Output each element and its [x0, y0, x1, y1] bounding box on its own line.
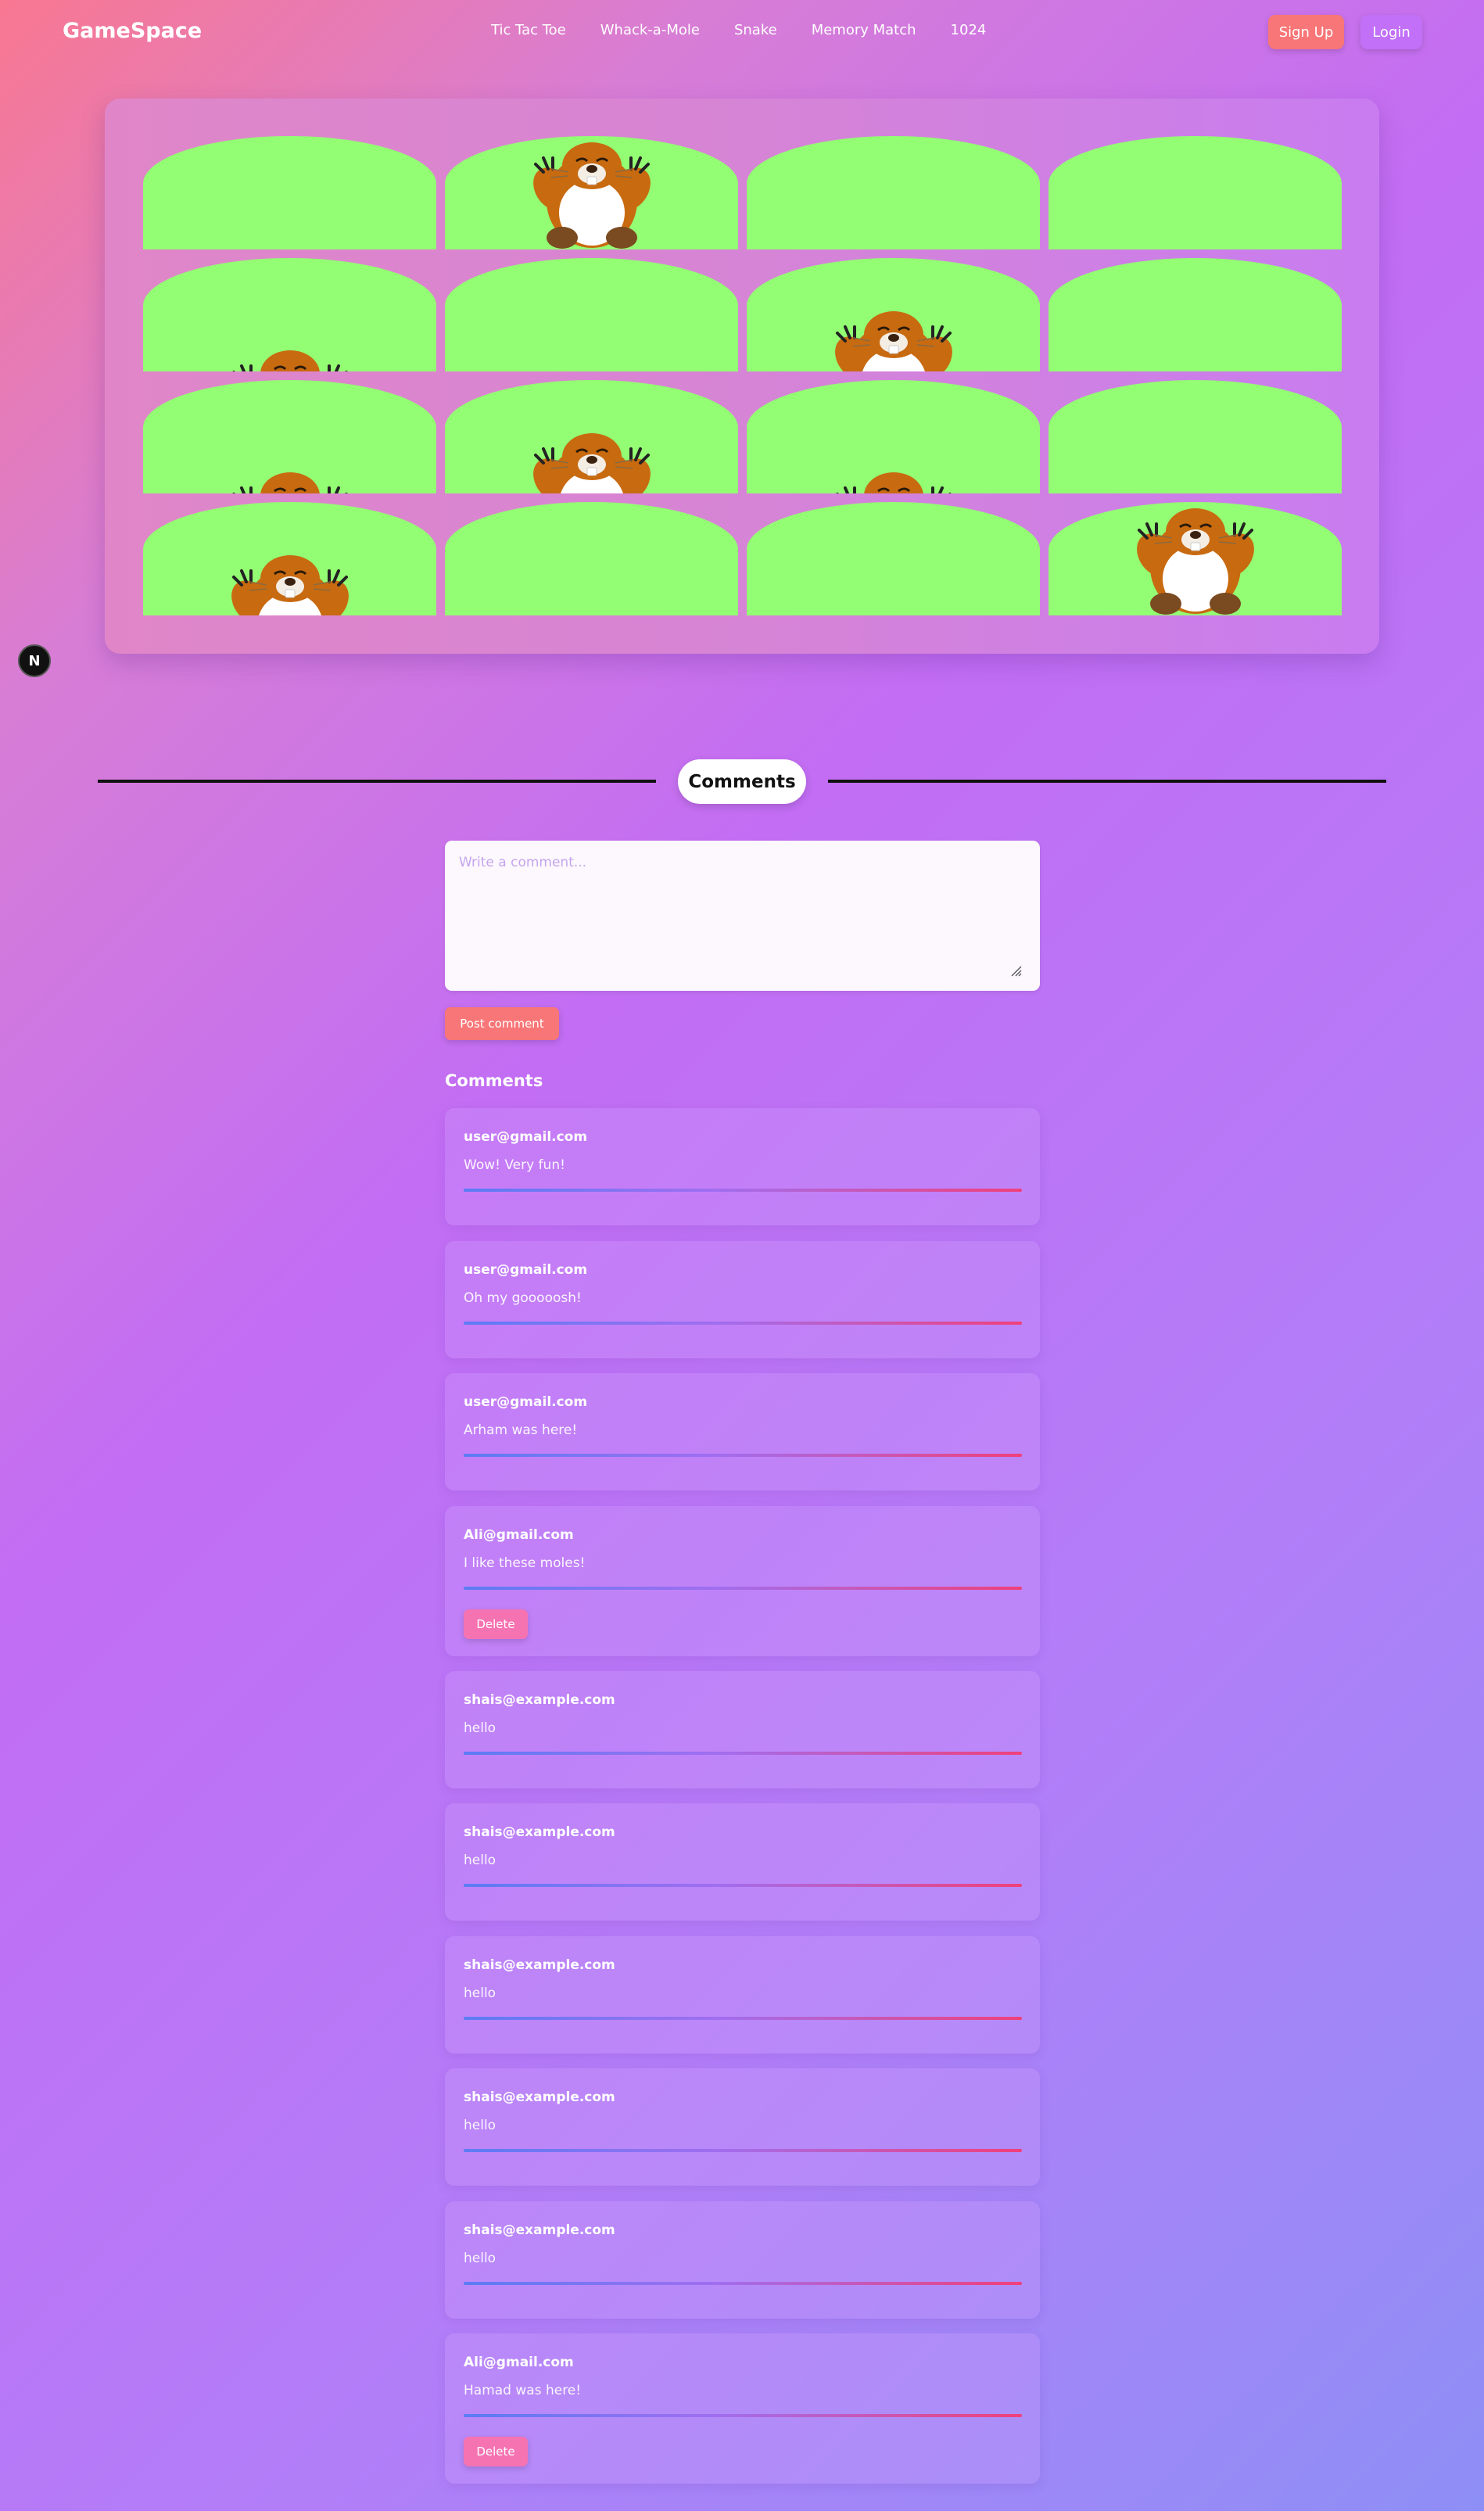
comment-text: hello — [464, 2118, 496, 2133]
mole-icon[interactable] — [522, 425, 662, 493]
resize-handle-icon[interactable] — [1009, 964, 1022, 977]
mole-hole[interactable] — [143, 136, 436, 249]
mole-hole[interactable] — [445, 136, 738, 249]
comments-section-label: Comments — [678, 759, 806, 804]
comment-divider-bar — [464, 2149, 1022, 2152]
comments-list-heading: Comments — [445, 1071, 543, 1090]
comment-divider-bar — [464, 1884, 1022, 1887]
comment-divider-bar — [464, 1587, 1022, 1590]
mole-icon[interactable] — [220, 547, 360, 615]
divider-line-left — [98, 780, 656, 783]
comment-card: shais@example.com hello — [445, 1936, 1040, 2054]
comment-text: Oh my gooooosh! — [464, 1290, 582, 1306]
mole-hole[interactable] — [445, 502, 738, 615]
comment-divider-bar — [464, 2414, 1022, 2417]
divider-line-right — [828, 780, 1386, 783]
comment-text: hello — [464, 1720, 496, 1736]
mole-hole[interactable] — [747, 380, 1040, 493]
comment-card: user@gmail.com Arham was here! — [445, 1373, 1040, 1490]
mole-hole[interactable] — [1048, 502, 1342, 615]
nav-link-snake[interactable]: Snake — [734, 22, 777, 38]
post-comment-button[interactable]: Post comment — [445, 1007, 559, 1040]
comment-author: Ali@gmail.com — [464, 1527, 574, 1543]
comment-card: user@gmail.com Wow! Very fun! — [445, 1108, 1040, 1225]
comment-text: Wow! Very fun! — [464, 1157, 565, 1173]
login-button[interactable]: Login — [1360, 15, 1422, 49]
comment-card: shais@example.com hello — [445, 1803, 1040, 1921]
comment-divider-bar — [464, 2017, 1022, 2020]
mole-hole[interactable] — [445, 258, 738, 371]
comment-divider-bar — [464, 1454, 1022, 1457]
nav-link-memory-match[interactable]: Memory Match — [812, 22, 916, 38]
comment-card: user@gmail.com Oh my gooooosh! — [445, 1241, 1040, 1358]
comment-author: user@gmail.com — [464, 1262, 588, 1278]
comment-author: user@gmail.com — [464, 1129, 588, 1145]
mole-hole[interactable] — [143, 502, 436, 615]
comment-card: shais@example.com hello — [445, 2068, 1040, 2186]
comment-author: shais@example.com — [464, 1692, 615, 1708]
mole-hole[interactable] — [1048, 258, 1342, 371]
comment-text: hello — [464, 1853, 496, 1868]
mole-icon[interactable] — [522, 136, 662, 249]
comment-author: Ali@gmail.com — [464, 2355, 574, 2370]
brand-logo[interactable]: GameSpace — [63, 19, 202, 43]
mole-hole[interactable] — [747, 258, 1040, 371]
comment-divider-bar — [464, 1322, 1022, 1325]
comment-card: shais@example.com hello — [445, 1671, 1040, 1788]
mole-icon[interactable] — [220, 343, 360, 371]
nav-link-whack-a-mole[interactable]: Whack-a-Mole — [600, 22, 700, 38]
top-navbar: GameSpace Tic Tac Toe Whack-a-Mole Snake… — [0, 0, 1484, 66]
whack-a-mole-board — [105, 99, 1379, 654]
nav-link-1024[interactable]: 1024 — [951, 22, 987, 38]
comment-card: Ali@gmail.com I like these moles! Delete — [445, 1506, 1040, 1656]
comment-text: hello — [464, 1985, 496, 2001]
mole-icon[interactable] — [823, 465, 964, 493]
comment-input[interactable] — [445, 841, 1040, 991]
comment-text: Arham was here! — [464, 1422, 578, 1438]
mole-icon[interactable] — [220, 465, 360, 493]
comment-text: hello — [464, 2251, 496, 2266]
delete-comment-button[interactable]: Delete — [464, 1609, 528, 1639]
mole-hole[interactable] — [1048, 380, 1342, 493]
comment-author: shais@example.com — [464, 1824, 615, 1840]
mole-hole[interactable] — [143, 380, 436, 493]
mole-hole[interactable] — [747, 136, 1040, 249]
mole-hole[interactable] — [747, 502, 1040, 615]
comment-text: I like these moles! — [464, 1555, 586, 1571]
comment-author: shais@example.com — [464, 1957, 615, 1973]
comment-card: Ali@gmail.com Hamad was here! Delete — [445, 2333, 1040, 2484]
signup-button[interactable]: Sign Up — [1268, 15, 1344, 49]
delete-comment-button[interactable]: Delete — [464, 2437, 528, 2466]
mole-icon[interactable] — [823, 303, 964, 371]
mole-icon[interactable] — [1125, 502, 1266, 615]
comment-author: user@gmail.com — [464, 1394, 588, 1410]
nav-links: Tic Tac Toe Whack-a-Mole Snake Memory Ma… — [491, 22, 986, 38]
mole-hole[interactable] — [445, 380, 738, 493]
nextjs-badge-icon[interactable]: N — [18, 644, 51, 677]
comment-divider-bar — [464, 1189, 1022, 1192]
comment-divider-bar — [464, 2282, 1022, 2285]
nav-link-tic-tac-toe[interactable]: Tic Tac Toe — [491, 22, 566, 38]
mole-hole[interactable] — [1048, 136, 1342, 249]
comment-divider-bar — [464, 1752, 1022, 1755]
comment-text: Hamad was here! — [464, 2383, 582, 2398]
comment-author: shais@example.com — [464, 2090, 615, 2105]
comment-card: shais@example.com hello — [445, 2201, 1040, 2319]
comment-author: shais@example.com — [464, 2222, 615, 2238]
mole-hole[interactable] — [143, 258, 436, 371]
